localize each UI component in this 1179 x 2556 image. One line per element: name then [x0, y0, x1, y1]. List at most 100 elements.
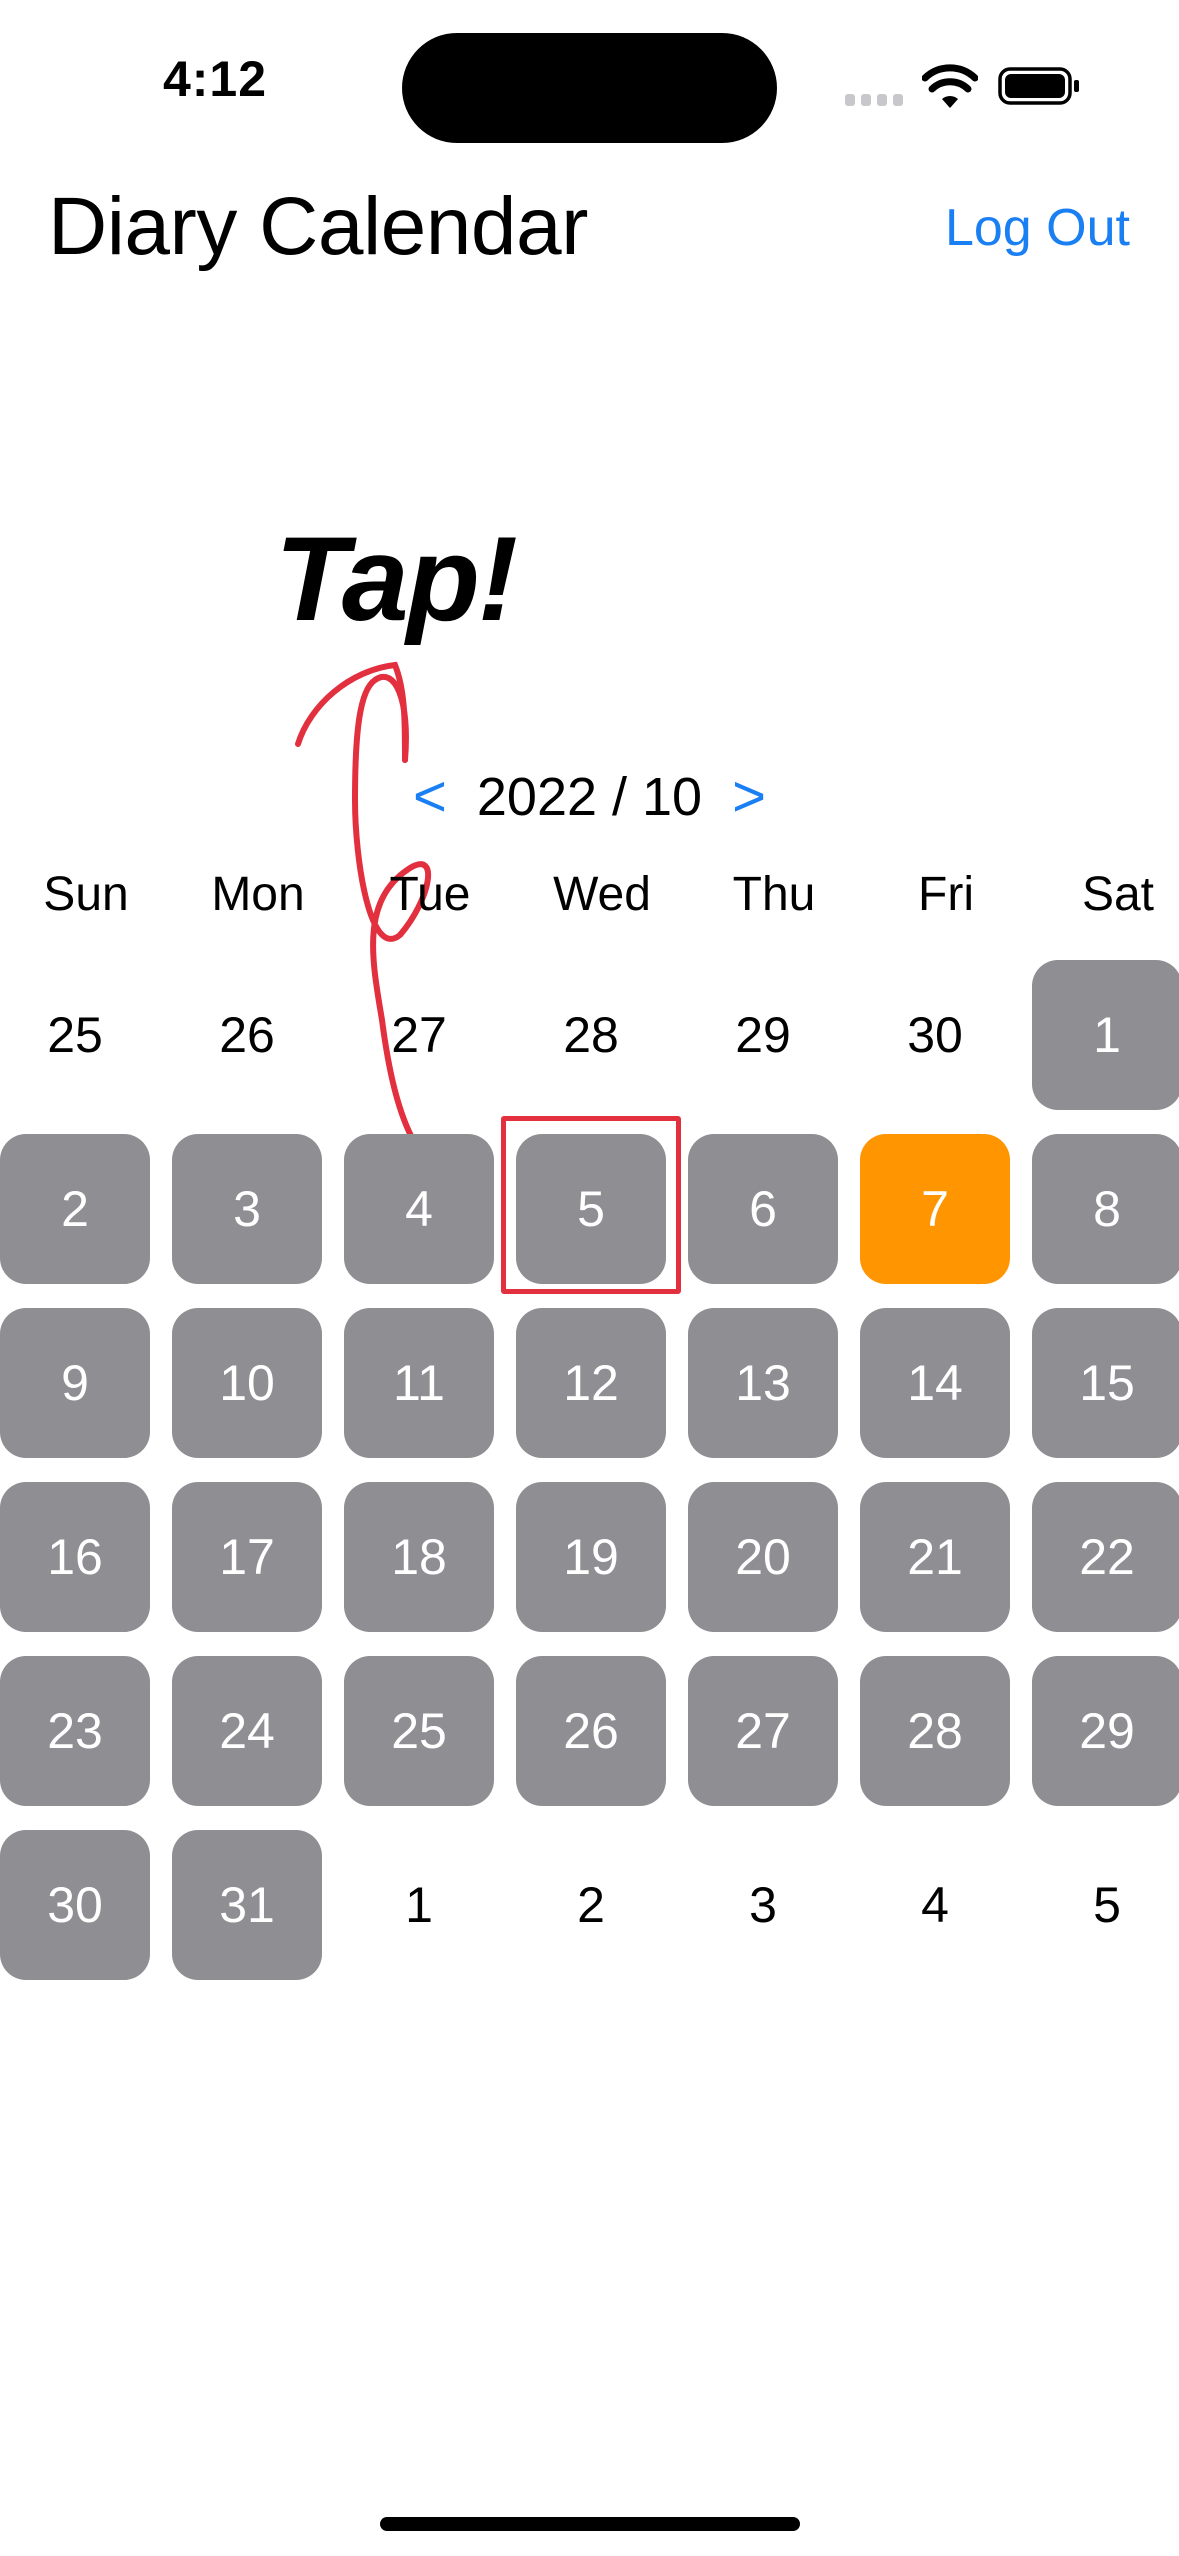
wifi-icon	[922, 64, 978, 108]
day-cell[interactable]: 14	[860, 1308, 1032, 1482]
day-cell[interactable]: 8	[1032, 1134, 1179, 1308]
day-number: 30	[907, 1007, 963, 1063]
day-number: 27	[391, 1007, 447, 1063]
weekday-label: Sat	[1081, 868, 1155, 921]
day-number[interactable]: 22	[1032, 1482, 1179, 1632]
day-number: 26	[219, 1007, 275, 1063]
day-cell[interactable]: 23	[0, 1656, 172, 1830]
day-number[interactable]: 19	[516, 1482, 666, 1632]
month-label: 2022 / 10	[476, 767, 703, 827]
day-cell-outside-month: 29	[688, 960, 860, 1134]
day-number[interactable]: 21	[860, 1482, 1010, 1632]
tap-annotation-label: Tap!	[275, 512, 518, 646]
day-cell-outside-month: 1	[344, 1830, 516, 2004]
day-cell-outside-month: 2	[516, 1830, 688, 2004]
weekday-label: Sun	[43, 868, 129, 921]
day-cell[interactable]: 18	[344, 1482, 516, 1656]
day-cell[interactable]: 20	[688, 1482, 860, 1656]
day-cell-outside-month: 25	[0, 960, 172, 1134]
day-cell-outside-month: 4	[860, 1830, 1032, 2004]
day-number: 2	[577, 1877, 605, 1933]
day-cell-outside-month: 27	[344, 960, 516, 1134]
day-number[interactable]: 11	[344, 1308, 494, 1458]
day-cell[interactable]: 21	[860, 1482, 1032, 1656]
day-cell[interactable]: 4	[344, 1134, 516, 1308]
day-cell-today[interactable]: 7	[860, 1134, 1032, 1308]
day-cell[interactable]: 11	[344, 1308, 516, 1482]
day-cell[interactable]: 19	[516, 1482, 688, 1656]
day-cell-outside-month: 28	[516, 960, 688, 1134]
day-number[interactable]: 1	[1032, 960, 1179, 1110]
day-number[interactable]: 7	[860, 1134, 1010, 1284]
day-number[interactable]: 30	[0, 1830, 150, 1980]
day-cell[interactable]: 17	[172, 1482, 344, 1656]
day-number: 4	[921, 1877, 949, 1933]
day-number[interactable]: 20	[688, 1482, 838, 1632]
day-cell[interactable]: 24	[172, 1656, 344, 1830]
weekday-label: Mon	[211, 868, 305, 921]
weekday-label: Wed	[553, 868, 651, 921]
day-number[interactable]: 2	[0, 1134, 150, 1284]
day-cell-outside-month: 26	[172, 960, 344, 1134]
weekday-label: Fri	[918, 868, 974, 921]
day-cell[interactable]: 27	[688, 1656, 860, 1830]
day-number[interactable]: 13	[688, 1308, 838, 1458]
weekday-label: Tue	[389, 868, 471, 921]
day-number[interactable]: 6	[688, 1134, 838, 1284]
day-number[interactable]: 25	[344, 1656, 494, 1806]
highlight-box-annotation	[501, 1116, 681, 1294]
day-number[interactable]: 31	[172, 1830, 322, 1980]
day-cell[interactable]: 3	[172, 1134, 344, 1308]
page-title: Diary Calendar	[48, 181, 588, 272]
day-number[interactable]: 8	[1032, 1134, 1179, 1284]
day-number[interactable]: 29	[1032, 1656, 1179, 1806]
day-number[interactable]: 18	[344, 1482, 494, 1632]
day-cell[interactable]: 29	[1032, 1656, 1179, 1830]
day-number[interactable]: 23	[0, 1656, 150, 1806]
log-out-button[interactable]: Log Out	[945, 198, 1130, 258]
day-number[interactable]: 15	[1032, 1308, 1179, 1458]
day-number[interactable]: 14	[860, 1308, 1010, 1458]
day-cell[interactable]: 28	[860, 1656, 1032, 1830]
day-cell[interactable]: 22	[1032, 1482, 1179, 1656]
day-cell[interactable]: 16	[0, 1482, 172, 1656]
day-number[interactable]: 24	[172, 1656, 322, 1806]
weekday-header: Sun Mon Tue Wed Thu Fri Sat	[0, 860, 1179, 930]
day-number[interactable]: 10	[172, 1308, 322, 1458]
day-cell[interactable]: 26	[516, 1656, 688, 1830]
day-number: 28	[563, 1007, 619, 1063]
day-cell-outside-month: 5	[1032, 1830, 1179, 2004]
battery-icon	[998, 67, 1079, 105]
previous-month-button[interactable]: <	[413, 768, 447, 826]
day-cell[interactable]: 31	[172, 1830, 344, 2004]
day-cell[interactable]: 13	[688, 1308, 860, 1482]
day-number: 25	[47, 1007, 103, 1063]
day-cell-outside-month: 3	[688, 1830, 860, 2004]
day-number[interactable]: 9	[0, 1308, 150, 1458]
day-cell[interactable]: 9	[0, 1308, 172, 1482]
home-indicator	[380, 2517, 800, 2531]
next-month-button[interactable]: >	[732, 768, 766, 826]
day-number: 5	[1093, 1877, 1121, 1933]
status-time: 4:12	[162, 51, 268, 107]
day-number[interactable]: 12	[516, 1308, 666, 1458]
day-cell[interactable]: 30	[0, 1830, 172, 2004]
day-number[interactable]: 4	[344, 1134, 494, 1284]
day-number: 3	[749, 1877, 777, 1933]
day-cell[interactable]: 10	[172, 1308, 344, 1482]
day-number[interactable]: 17	[172, 1482, 322, 1632]
day-cell[interactable]: 6	[688, 1134, 860, 1308]
day-cell[interactable]: 12	[516, 1308, 688, 1482]
day-cell[interactable]: 25	[344, 1656, 516, 1830]
day-cell[interactable]: 2	[0, 1134, 172, 1308]
day-number[interactable]: 16	[0, 1482, 150, 1632]
month-selector: < 2022 / 10 >	[0, 762, 1179, 832]
day-number: 29	[735, 1007, 791, 1063]
day-cell[interactable]: 1	[1032, 960, 1179, 1134]
day-number[interactable]: 27	[688, 1656, 838, 1806]
day-number[interactable]: 3	[172, 1134, 322, 1284]
day-number[interactable]: 28	[860, 1656, 1010, 1806]
day-cell[interactable]: 15	[1032, 1308, 1179, 1482]
day-number[interactable]: 26	[516, 1656, 666, 1806]
weekday-label: Thu	[732, 868, 816, 921]
